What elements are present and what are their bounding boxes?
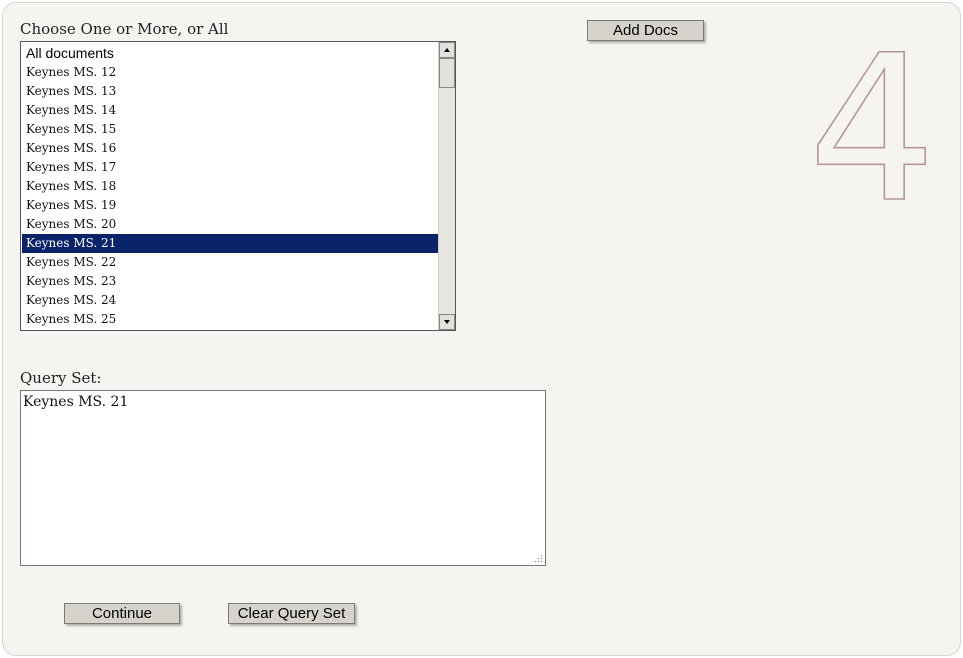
document-option[interactable]: Keynes MS. 14 xyxy=(22,101,438,120)
query-set-label: Query Set: xyxy=(20,369,102,387)
continue-button[interactable]: Continue xyxy=(64,603,180,624)
document-option[interactable]: Keynes MS. 15 xyxy=(22,120,438,139)
scroll-thumb[interactable] xyxy=(439,58,455,88)
clear-query-set-button[interactable]: Clear Query Set xyxy=(228,603,355,624)
scroll-down-button[interactable] xyxy=(439,314,455,330)
option-all-documents[interactable]: All documents xyxy=(22,44,438,63)
document-option[interactable]: Keynes MS. 22 xyxy=(22,253,438,272)
document-options: All documents Keynes MS. 12 Keynes MS. 13 K… xyxy=(21,44,455,329)
document-option[interactable]: Keynes MS. 21 xyxy=(22,234,438,253)
arrow-up-icon xyxy=(444,48,450,52)
arrow-down-icon xyxy=(444,320,450,324)
document-option[interactable]: Keynes MS. 17 xyxy=(22,158,438,177)
document-option[interactable]: Keynes MS. 16 xyxy=(22,139,438,158)
list-scrollbar[interactable] xyxy=(438,42,455,330)
query-set-value: Keynes MS. 21 xyxy=(23,394,129,410)
document-listbox[interactable]: All documents Keynes MS. 12 Keynes MS. 13 K… xyxy=(20,41,456,331)
document-option[interactable]: Keynes MS. 20 xyxy=(22,215,438,234)
list-label: Choose One or More, or All xyxy=(20,20,229,38)
add-docs-button[interactable]: Add Docs xyxy=(587,20,704,41)
document-option[interactable]: Keynes MS. 13 xyxy=(22,82,438,101)
document-option[interactable]: Keynes MS. 18 xyxy=(22,177,438,196)
document-option[interactable]: Keynes MS. 19 xyxy=(22,196,438,215)
document-option[interactable]: Keynes MS. 12 xyxy=(22,63,438,82)
query-set-textarea[interactable]: Keynes MS. 21 xyxy=(20,390,546,566)
step-number: 4 xyxy=(808,26,930,216)
document-option[interactable]: Keynes MS. 25 xyxy=(22,310,438,329)
resize-grip-icon[interactable] xyxy=(533,553,543,563)
scroll-up-button[interactable] xyxy=(439,42,455,58)
document-option[interactable]: Keynes MS. 24 xyxy=(22,291,438,310)
step-number-graphic: 4 xyxy=(807,26,930,216)
document-option[interactable]: Keynes MS. 23 xyxy=(22,272,438,291)
